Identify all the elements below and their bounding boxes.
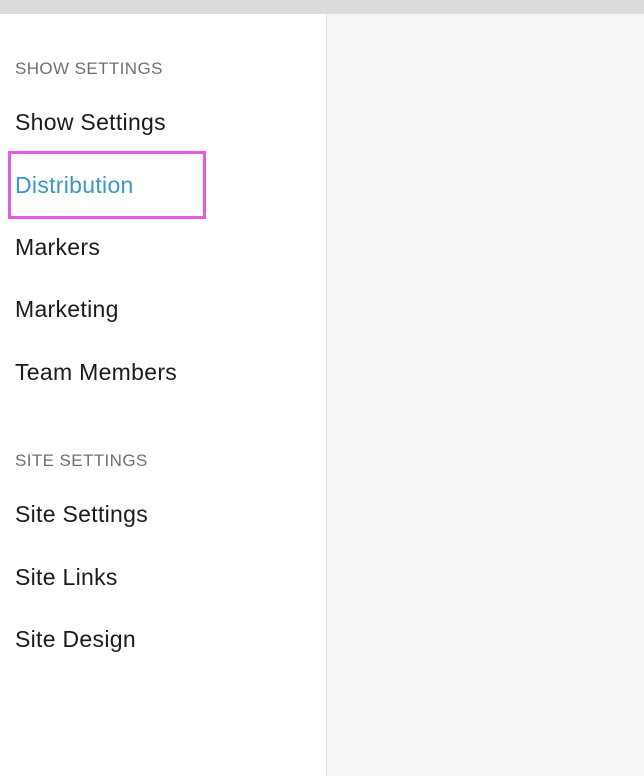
sidebar-item-site-settings[interactable]: Site Settings xyxy=(15,500,148,528)
main-content-area xyxy=(327,14,644,776)
sidebar-item-site-design[interactable]: Site Design xyxy=(15,625,136,653)
top-bar xyxy=(0,0,644,14)
sidebar-item-markers[interactable]: Markers xyxy=(15,233,100,261)
sidebar-item-team-members[interactable]: Team Members xyxy=(15,358,177,386)
section-header-show-settings: SHOW SETTINGS xyxy=(15,59,163,78)
sidebar-item-site-links[interactable]: Site Links xyxy=(15,563,118,591)
section-header-site-settings: SITE SETTINGS xyxy=(15,451,148,470)
sidebar-item-distribution[interactable]: Distribution xyxy=(15,171,134,199)
sidebar-item-show-settings[interactable]: Show Settings xyxy=(15,108,166,136)
sidebar-item-marketing[interactable]: Marketing xyxy=(15,295,119,323)
